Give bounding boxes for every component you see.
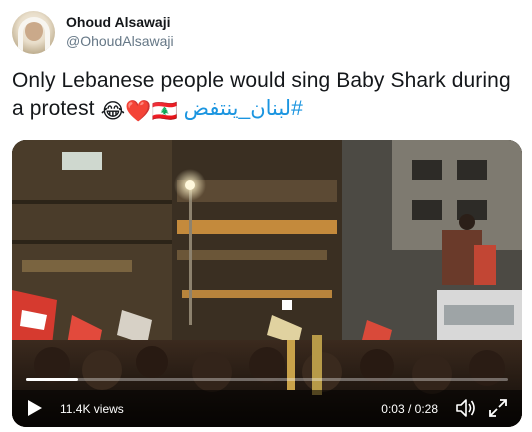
hashtag-link[interactable]: #لبنان_ينتفض (184, 97, 303, 120)
progress-fill (26, 378, 78, 381)
tweet-card: Ohoud Alsawaji @OhoudAlsawaji Only Leban… (0, 0, 532, 432)
author-handle[interactable]: @OhoudAlsawaji (66, 33, 174, 49)
volume-icon[interactable] (455, 398, 477, 418)
fullscreen-icon[interactable] (487, 397, 509, 419)
play-icon[interactable] (27, 399, 43, 417)
tweet-text: Only Lebanese people would sing Baby Sha… (12, 67, 522, 126)
view-count: 11.4K views (60, 402, 124, 416)
video-time: 0:03 / 0:28 (381, 402, 438, 416)
author-display-name[interactable]: Ohoud Alsawaji (66, 14, 171, 30)
tweet-emojis: 😂❤️🇱🇧 (100, 100, 178, 123)
avatar[interactable] (12, 11, 55, 54)
video-frame (12, 140, 522, 427)
video-player[interactable]: 11.4K views 0:03 / 0:28 (12, 140, 522, 427)
progress-bar[interactable] (26, 378, 508, 381)
avatar-veil (18, 17, 50, 54)
